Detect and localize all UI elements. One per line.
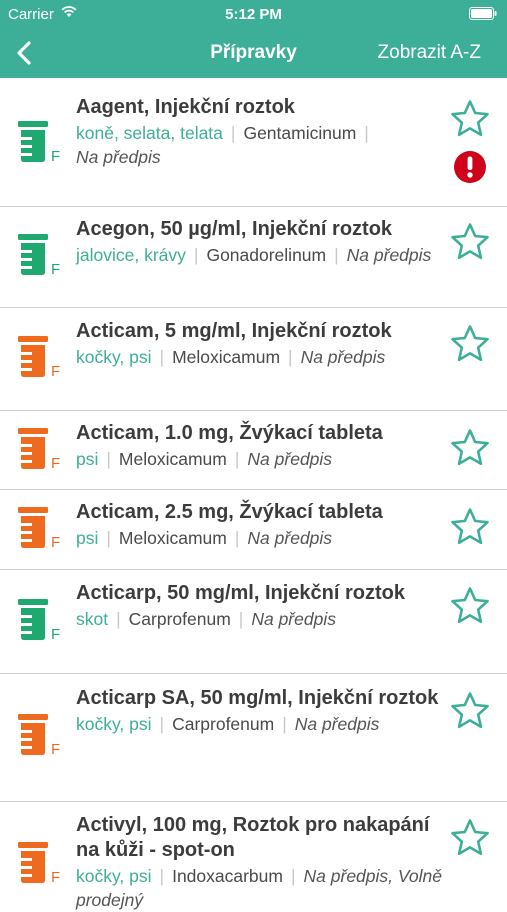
form-letter: F — [51, 148, 60, 163]
species-label: jalovice, krávy — [76, 245, 186, 265]
substance-label: Carprofenum — [128, 609, 231, 629]
star-icon[interactable] — [450, 691, 490, 731]
list-item[interactable]: F Aagent, Injekční roztok koně, selata, … — [0, 86, 507, 207]
substance-label: Meloxicamum — [118, 449, 227, 469]
product-title: Aagent, Injekční roztok — [76, 96, 295, 118]
form-letter: F — [51, 363, 60, 378]
substance-label: Indoxacarbum — [172, 866, 283, 886]
battery-icon — [469, 7, 497, 24]
list-item[interactable]: F Acegon, 50 µg/ml, Injekční roztok jalo… — [0, 207, 507, 308]
list-item[interactable]: F Activyl, 100 mg, Roztok pro nakapání n… — [0, 802, 507, 912]
substance-label: Gentamicinum — [243, 123, 357, 143]
form-letter: F — [51, 626, 60, 641]
navigation-bar: Přípravky Zobrazit A-Z — [0, 28, 507, 78]
substance-label: Meloxicamum — [172, 347, 281, 367]
prescription-label: Na předpis — [247, 528, 333, 548]
form-letter: F — [51, 869, 60, 884]
product-list: F Aagent, Injekční roztok koně, selata, … — [0, 86, 507, 912]
product-title: Acticam, 2.5 mg, Žvýkací tableta — [76, 501, 383, 523]
list-item[interactable]: F Acticam, 5 mg/ml, Injekční roztok kočk… — [0, 308, 507, 411]
star-icon[interactable] — [450, 222, 490, 262]
form-letter: F — [51, 534, 60, 549]
list-item[interactable]: F Acticarp, 50 mg/ml, Injekční roztok sk… — [0, 570, 507, 674]
product-title: Acticarp, 50 mg/ml, Injekční roztok — [76, 582, 405, 604]
substance-label: Meloxicamum — [118, 528, 227, 548]
species-label: psi — [76, 528, 99, 548]
prescription-label: Na předpis — [76, 147, 161, 167]
list-item[interactable]: F Acticam, 1.0 mg, Žvýkací tableta psi | M… — [0, 411, 507, 490]
product-title: Acticam, 5 mg/ml, Injekční roztok — [76, 320, 392, 342]
status-bar: Carrier 5:12 PM — [0, 0, 507, 28]
list-item[interactable]: F Acticarp SA, 50 mg/ml, Injekční roztok… — [0, 674, 507, 802]
species-label: kočky, psi — [76, 347, 152, 367]
form-letter: F — [51, 741, 60, 756]
green-bottle-icon: F — [18, 234, 64, 278]
species-label: psi — [76, 449, 99, 469]
star-icon[interactable] — [450, 428, 490, 468]
clock: 5:12 PM — [225, 6, 282, 23]
green-bottle-icon: F — [18, 599, 64, 643]
orange-bottle-icon: F — [18, 336, 64, 380]
star-icon[interactable] — [450, 818, 490, 858]
form-letter: F — [51, 261, 60, 276]
species-label: kočky, psi — [76, 866, 152, 886]
star-icon[interactable] — [450, 99, 490, 139]
orange-bottle-icon: F — [18, 714, 64, 758]
substance-label: Carprofenum — [172, 714, 275, 734]
star-icon[interactable] — [450, 324, 490, 364]
prescription-label: Na předpis — [294, 714, 380, 734]
form-letter: F — [51, 455, 60, 470]
prescription-label: Na předpis — [251, 609, 336, 629]
species-label: skot — [76, 609, 109, 629]
star-icon[interactable] — [450, 586, 490, 626]
orange-bottle-icon: F — [18, 428, 64, 472]
prescription-label: Na předpis — [247, 449, 333, 469]
prescription-label: Na předpis — [300, 347, 386, 367]
show-a-z-button[interactable]: Zobrazit A-Z — [378, 42, 481, 64]
product-title: Acegon, 50 µg/ml, Injekční roztok — [76, 218, 393, 240]
substance-label: Gonadorelinum — [206, 245, 327, 265]
product-title: Acticarp SA, 50 mg/ml, Injekční roztok — [76, 687, 439, 709]
product-title: Activyl, 100 mg, Roztok pro nakapání na … — [76, 814, 430, 861]
alert-icon[interactable] — [453, 150, 487, 184]
list-item[interactable]: F Acticam, 2.5 mg, Žvýkací tableta psi | M… — [0, 490, 507, 570]
prescription-label: Na předpis — [346, 245, 432, 265]
product-title: Acticam, 1.0 mg, Žvýkací tableta — [76, 422, 383, 444]
species-label: koně, selata, telata — [76, 123, 223, 143]
orange-bottle-icon: F — [18, 842, 64, 886]
orange-bottle-icon: F — [18, 507, 64, 551]
star-icon[interactable] — [450, 507, 490, 547]
species-label: kočky, psi — [76, 714, 152, 734]
green-bottle-icon: F — [18, 121, 64, 165]
